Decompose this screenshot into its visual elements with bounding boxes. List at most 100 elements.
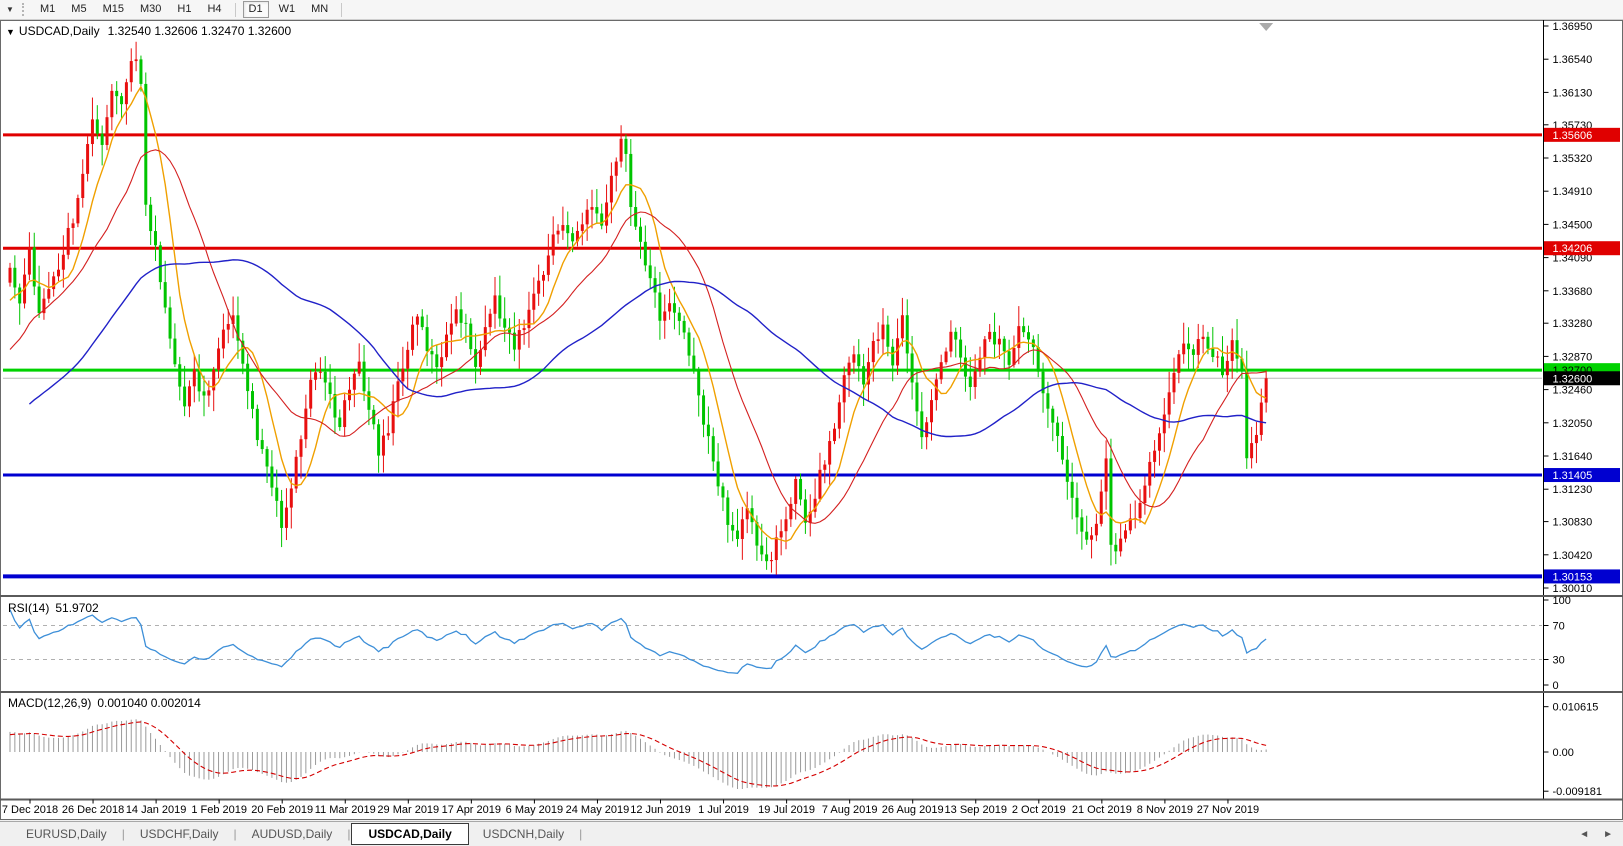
price-level-badge: 1.31405 xyxy=(1553,470,1593,482)
price-level-badge: 1.34206 xyxy=(1553,243,1593,255)
timeframe-button-w1[interactable]: W1 xyxy=(273,1,302,18)
timeframe-button-group: M1 M5 M15 M30 H1 H4 D1 W1 MN xyxy=(32,1,347,18)
date-axis-label: 12 Jun 2019 xyxy=(630,804,691,816)
axes-layer: 1.369501.365401.361301.357301.353201.349… xyxy=(2,21,1620,816)
macd-indicator-label: MACD(12,26,9) 0.001040 0.002014 xyxy=(8,696,201,710)
price-axis-tick: 1.30010 xyxy=(1553,583,1593,595)
price-axis-tick: 1.30420 xyxy=(1553,550,1593,562)
tab-divider: | xyxy=(121,827,125,841)
timeframe-button-mn[interactable]: MN xyxy=(305,1,334,18)
timeframe-button-m1[interactable]: M1 xyxy=(34,1,61,18)
price-axis-tick: 1.32460 xyxy=(1553,385,1593,397)
ma-mid-line xyxy=(9,149,1267,524)
toolbar-separator xyxy=(234,2,236,17)
rsi-value: 51.9702 xyxy=(55,601,99,615)
date-axis-label: 7 Dec 2018 xyxy=(2,804,58,816)
date-axis-label: 13 Sep 2019 xyxy=(945,804,1007,816)
ma-slow-line xyxy=(28,259,1267,438)
tab-usdcnh-daily[interactable]: USDCNH,Daily xyxy=(469,824,578,844)
date-axis-label: 1 Jul 2019 xyxy=(698,804,749,816)
date-axis-label: 19 Jul 2019 xyxy=(758,804,815,816)
price-axis-tick: 1.36950 xyxy=(1553,21,1593,33)
price-level-badge: 1.30153 xyxy=(1553,571,1593,583)
chart-ohlc-values: 1.32540 1.32606 1.32470 1.32600 xyxy=(107,24,292,38)
date-axis-label: 17 Apr 2019 xyxy=(442,804,501,816)
price-axis-tick: 1.31640 xyxy=(1553,451,1593,463)
chart-list-dropdown-button[interactable]: ▼ xyxy=(2,2,18,17)
date-axis-label: 27 Nov 2019 xyxy=(1197,804,1259,816)
price-chart-canvas[interactable]: 1.369501.365401.361301.357301.353201.349… xyxy=(0,20,1623,820)
timeframe-button-m5[interactable]: M5 xyxy=(65,1,92,18)
chart-title: ▼ USDCAD,Daily 1.32540 1.32606 1.32470 1.3… xyxy=(6,24,291,38)
date-axis-label: 8 Nov 2019 xyxy=(1137,804,1193,816)
tab-scroll-nav: ◄ ► xyxy=(1579,829,1613,840)
price-axis-tick: 1.36130 xyxy=(1553,87,1593,99)
date-axis-label: 2 Oct 2019 xyxy=(1012,804,1066,816)
tab-scroll-left-icon[interactable]: ◄ xyxy=(1579,829,1589,840)
date-axis-label: 14 Jan 2019 xyxy=(126,804,187,816)
date-axis-label: 20 Feb 2019 xyxy=(251,804,313,816)
tab-divider: | xyxy=(347,827,351,841)
rsi-axis-tick: 30 xyxy=(1553,655,1565,667)
price-axis-tick: 1.32050 xyxy=(1553,418,1593,430)
date-axis-label: 11 Mar 2019 xyxy=(315,804,376,816)
tab-scroll-right-icon[interactable]: ► xyxy=(1603,829,1613,840)
rsi-line xyxy=(9,609,1267,674)
tab-eurusd-daily[interactable]: EURUSD,Daily xyxy=(12,824,121,844)
price-axis-tick: 1.35320 xyxy=(1553,153,1593,165)
price-level-badge: 1.35606 xyxy=(1553,130,1593,142)
price-axis-tick: 1.34500 xyxy=(1553,219,1593,231)
candles-layer xyxy=(8,41,1268,575)
symbol-tab-bar: EURUSD,Daily | USDCHF,Daily | AUDUSD,Daily | U… xyxy=(0,821,1623,846)
price-axis-tick: 1.33680 xyxy=(1553,286,1593,298)
macd-signal-line xyxy=(9,721,1267,787)
chart-background-layer xyxy=(0,20,1623,820)
macd-name: MACD(12,26,9) xyxy=(8,696,92,710)
rsi-indicator-label: RSI(14) 51.9702 xyxy=(8,601,99,615)
price-axis-tick: 1.32870 xyxy=(1553,351,1593,363)
macd-values: 0.001040 0.002014 xyxy=(97,696,201,710)
macd-axis-tick: 0.00 xyxy=(1553,747,1574,759)
tab-divider: | xyxy=(579,827,583,841)
price-axis-tick: 1.30830 xyxy=(1553,517,1593,529)
price-axis-tick: 1.33280 xyxy=(1553,318,1593,330)
timeframe-button-m30[interactable]: M30 xyxy=(134,1,167,18)
rsi-axis-tick: 100 xyxy=(1553,595,1571,607)
chart-window: 1.36950 1.36540 1.36130 1.35730 1.35320 1.349… xyxy=(0,20,1623,820)
price-axis-tick: 1.34910 xyxy=(1553,186,1593,198)
date-axis-label: 26 Aug 2019 xyxy=(882,804,944,816)
tab-usdchf-daily[interactable]: USDCHF,Daily xyxy=(126,824,233,844)
price-axis-tick: 1.36540 xyxy=(1553,54,1593,66)
price-axis-tick: 1.31230 xyxy=(1553,484,1593,496)
rsi-axis-tick: 0 xyxy=(1553,680,1559,692)
ma-fast-line xyxy=(9,85,1267,543)
timeframe-button-h1[interactable]: H1 xyxy=(171,1,197,18)
macd-axis-tick: -0.009181 xyxy=(1553,786,1603,798)
date-axis-label: 21 Oct 2019 xyxy=(1072,804,1132,816)
level-lines-layer xyxy=(3,133,1542,579)
timeframe-toolbar: ▼ M1 M5 M15 M30 H1 H4 D1 W1 MN xyxy=(0,0,1623,20)
symbol-tabs: EURUSD,Daily | USDCHF,Daily | AUDUSD,Daily | U… xyxy=(12,823,583,845)
date-axis-label: 24 May 2019 xyxy=(566,804,630,816)
rsi-name: RSI(14) xyxy=(8,601,50,615)
date-axis-label: 26 Dec 2018 xyxy=(62,804,124,816)
chart-title-dropdown-icon[interactable]: ▼ xyxy=(6,27,15,37)
timeframe-button-m15[interactable]: M15 xyxy=(97,1,130,18)
macd-axis-tick: 0.010615 xyxy=(1553,702,1599,714)
date-axis-label: 1 Feb 2019 xyxy=(191,804,247,816)
chart-symbol-label: USDCAD,Daily xyxy=(18,24,100,38)
rsi-axis-tick: 70 xyxy=(1553,621,1565,633)
indicator-panels-layer xyxy=(3,609,1542,790)
price-level-badge: 1.32600 xyxy=(1553,373,1593,385)
tab-usdcad-daily[interactable]: USDCAD,Daily xyxy=(351,823,469,845)
toolbar-separator xyxy=(341,2,343,17)
tab-audusd-daily[interactable]: AUDUSD,Daily xyxy=(238,824,347,844)
moving-averages-layer xyxy=(9,85,1267,543)
timeframe-button-d1[interactable]: D1 xyxy=(242,1,269,18)
date-axis-label: 6 May 2019 xyxy=(506,804,563,816)
toolbar-grip[interactable] xyxy=(22,3,26,16)
date-axis-label: 7 Aug 2019 xyxy=(822,804,878,816)
chart-shift-marker xyxy=(1259,23,1274,31)
timeframe-button-h4[interactable]: H4 xyxy=(201,1,227,18)
tab-divider: | xyxy=(233,827,237,841)
